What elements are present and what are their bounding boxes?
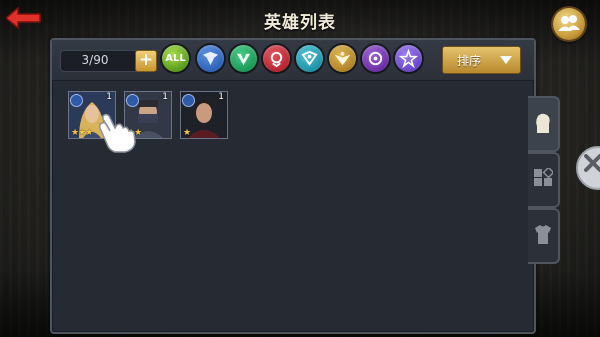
close-button[interactable]: [576, 146, 600, 190]
faction-green-icon: [236, 53, 251, 66]
hero-stars: ★★★: [71, 128, 93, 138]
hero-count-box: 3/90 +: [60, 50, 157, 72]
armor-icon: [535, 225, 551, 244]
faction-blue-icon: [126, 94, 139, 107]
faction-teal-icon: [301, 50, 318, 66]
filter-all-button[interactable]: ALL: [162, 45, 189, 72]
faction-blue-icon: [182, 94, 195, 107]
hero-level: 1: [106, 92, 112, 102]
hero-portrait-icon: [536, 113, 550, 133]
tab-armor[interactable]: [528, 208, 560, 264]
add-slots-button[interactable]: +: [135, 50, 157, 72]
hero-list-panel: 3/90 + ALL 排序 1 ★★★ 1 1 ★: [50, 38, 536, 334]
filter-bar: 3/90 + ALL 排序: [52, 40, 534, 81]
hero-level: 1: [218, 92, 224, 102]
filter-faction-gold[interactable]: [329, 45, 356, 72]
faction-violet-icon: [399, 49, 418, 68]
friends-button[interactable]: [553, 8, 585, 40]
filter-faction-violet[interactable]: [395, 45, 422, 72]
hero-card[interactable]: 1 ★: [180, 91, 228, 139]
hero-count: 3/90: [81, 53, 109, 67]
faction-gold-icon: [334, 51, 351, 66]
tutorial-pointer-hand-icon: [99, 113, 136, 153]
hero-stars: ★: [183, 128, 191, 138]
faction-red-icon: [270, 51, 283, 68]
filter-faction-red[interactable]: [263, 45, 290, 72]
filter-faction-teal[interactable]: [296, 45, 323, 72]
equipment-grid-icon: [534, 168, 553, 186]
faction-purple-icon: [368, 51, 383, 66]
friends-icon: [558, 15, 580, 31]
sort-label: 排序: [457, 54, 482, 68]
page-title: 英雄列表: [264, 13, 336, 33]
faction-blue-icon: [202, 51, 219, 66]
hero-level: 1: [162, 92, 168, 102]
sort-dropdown[interactable]: 排序: [442, 46, 521, 74]
tab-equipment[interactable]: [528, 152, 560, 208]
dropdown-arrow-icon: [500, 56, 512, 64]
filter-faction-purple[interactable]: [362, 45, 389, 72]
filter-faction-green[interactable]: [230, 45, 257, 72]
faction-blue-icon: [70, 94, 83, 107]
top-bar: 英雄列表: [0, 0, 600, 40]
close-icon: [584, 154, 600, 172]
tab-heroes[interactable]: [528, 96, 560, 152]
filter-faction-blue[interactable]: [197, 45, 224, 72]
